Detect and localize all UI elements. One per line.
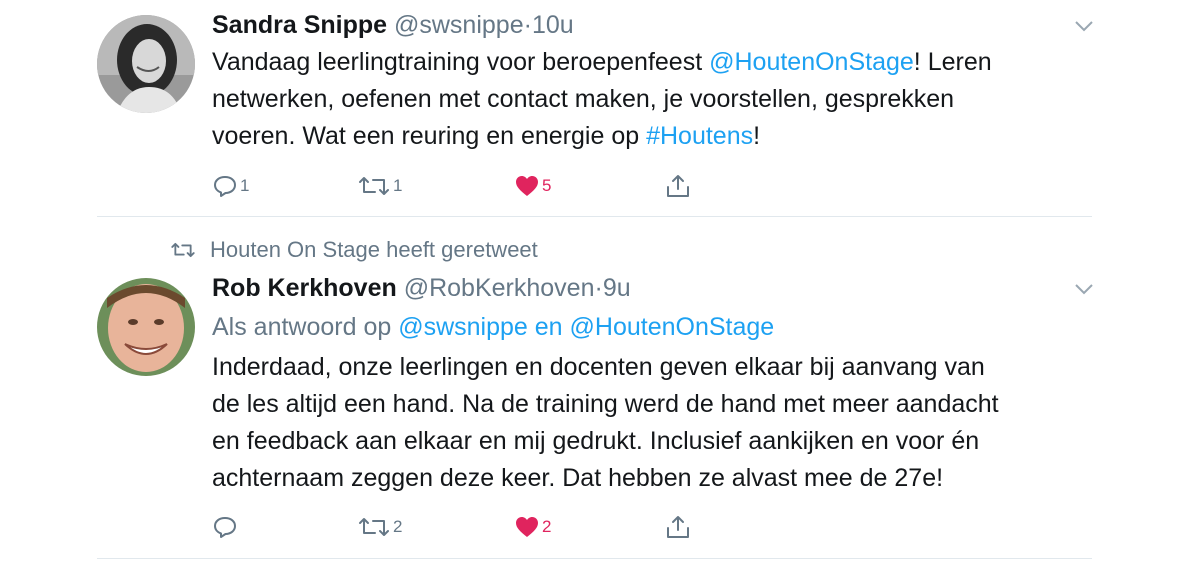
tweet-divider (97, 558, 1092, 559)
reply-icon (214, 517, 236, 538)
author-handle[interactable]: @RobKerkhoven (404, 274, 595, 302)
share-button[interactable] (665, 171, 691, 201)
reply-icon (214, 176, 236, 197)
avatar[interactable] (97, 278, 195, 376)
retweet-button[interactable]: 1 (357, 171, 402, 201)
reply-mention-1[interactable]: @swsnippe (398, 313, 528, 341)
avatar[interactable] (97, 15, 195, 113)
reply-button[interactable] (212, 512, 240, 542)
tweet-text: Inderdaad, onze leerlingen en docenten g… (212, 353, 999, 492)
separator: · (523, 11, 532, 39)
like-button[interactable]: 2 (514, 512, 551, 542)
tweet-divider (97, 216, 1092, 217)
like-button[interactable]: 5 (514, 171, 551, 201)
retweet-icon (359, 177, 389, 195)
share-icon (667, 175, 689, 197)
chevron-down-icon[interactable] (1072, 280, 1096, 298)
tweet-header: Sandra Snippe @swsnippe·10u (212, 11, 574, 40)
share-button[interactable] (665, 512, 691, 542)
share-icon (667, 516, 689, 538)
tweet-header: Rob Kerkhoven @RobKerkhoven·9u (212, 274, 631, 303)
hashtag-link[interactable]: #Houtens (646, 122, 753, 150)
heart-icon (516, 176, 538, 196)
reply-context: Als antwoord op @swsnippe en @HoutenOnSt… (212, 313, 774, 342)
like-count: 5 (542, 176, 552, 195)
chevron-down-icon[interactable] (1072, 17, 1096, 35)
retweet-button[interactable]: 2 (357, 512, 402, 542)
retweet-count: 2 (393, 517, 403, 536)
retweet-context[interactable]: Houten On Stage heeft geretweet (170, 237, 538, 263)
retweet-context-label: Houten On Stage heeft geretweet (210, 237, 538, 262)
text-part: Vandaag leerlingtraining voor beroepenfe… (212, 48, 710, 76)
retweet-icon (359, 518, 389, 536)
reply-mention-2[interactable]: @HoutenOnStage (570, 313, 775, 341)
tweet-actions: 1 1 5 (212, 171, 712, 201)
retweet-icon (171, 242, 195, 258)
heart-icon (516, 517, 538, 537)
retweet-count: 1 (393, 176, 403, 195)
author-name[interactable]: Sandra Snippe (212, 11, 387, 39)
tweet-text: Vandaag leerlingtraining voor beroepenfe… (212, 44, 1092, 155)
timestamp[interactable]: 9u (603, 274, 631, 302)
separator: · (594, 274, 603, 302)
reply-button[interactable]: 1 (212, 171, 249, 201)
timestamp[interactable]: 10u (532, 11, 574, 39)
author-handle[interactable]: @swsnippe (394, 11, 524, 39)
reply-and: en (527, 313, 570, 341)
like-count: 2 (542, 517, 552, 536)
tweet-actions: 2 2 (212, 512, 712, 542)
author-name[interactable]: Rob Kerkhoven (212, 274, 397, 302)
reply-count: 1 (240, 176, 250, 195)
text-part: ! (753, 122, 761, 150)
mention-link[interactable]: @HoutenOnStage (709, 48, 914, 76)
reply-prefix: Als antwoord op (212, 313, 399, 341)
